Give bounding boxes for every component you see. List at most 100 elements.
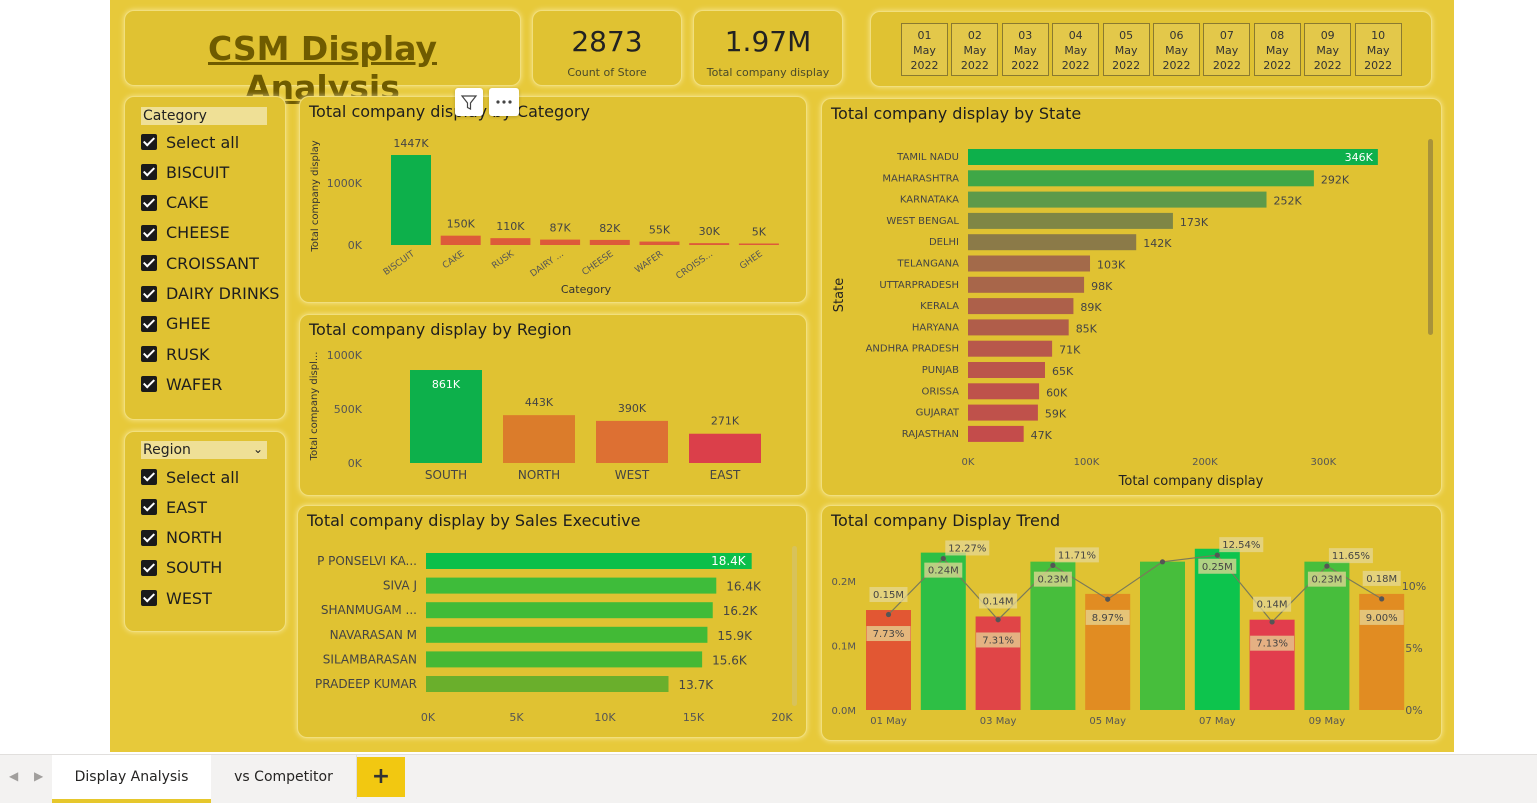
category-slicer-header[interactable]: Category	[141, 107, 267, 125]
checkbox-checked-icon[interactable]	[141, 376, 157, 393]
y-axis-title: State	[832, 278, 847, 312]
data-label: 346K	[1345, 151, 1374, 164]
kpi-value: 1.97M	[724, 25, 812, 58]
data-label: 252K	[1274, 195, 1303, 208]
slicer-item[interactable]: WEST	[141, 587, 212, 609]
date-button[interactable]: 10 May 2022	[1354, 23, 1402, 76]
trend-chart-card[interactable]: Total company Display Trend 0.0M 0.1M 0.2M…	[821, 505, 1442, 741]
date-button[interactable]: 01 May 2022	[901, 23, 948, 76]
date-button[interactable]: 06 May 2022	[1153, 23, 1200, 76]
x-tick-label: CROISS...	[675, 249, 715, 281]
category-chart-card[interactable]: Total company display by Category Total …	[299, 96, 807, 303]
slicer-item[interactable]: GHEE	[141, 313, 211, 335]
y2-tick-label: 5%	[1405, 642, 1422, 655]
state-chart-scrollbar[interactable]	[1428, 139, 1433, 335]
date-month: May	[1316, 44, 1340, 57]
data-label: 13.7K	[678, 678, 714, 692]
slicer-item[interactable]: EAST	[141, 496, 207, 518]
checkbox-checked-icon[interactable]	[141, 590, 157, 607]
more-options-icon[interactable]	[489, 88, 519, 116]
data-label: 861K	[432, 378, 461, 391]
checkbox-checked-icon[interactable]	[141, 224, 157, 241]
prev-page-icon[interactable]: ◀	[9, 769, 18, 783]
slicer-item[interactable]: CHEESE	[141, 222, 230, 244]
slicer-item[interactable]: SOUTH	[141, 557, 222, 579]
data-label: 1447K	[393, 137, 429, 150]
slicer-item[interactable]: NORTH	[141, 527, 222, 549]
bar	[968, 255, 1091, 272]
y-tick-label: 0.0M	[831, 706, 856, 717]
date-month: May	[1265, 44, 1289, 57]
date-button[interactable]: 05 May 2022	[1102, 23, 1150, 76]
data-label: 15.9K	[717, 629, 753, 643]
date-month: May	[1013, 44, 1037, 57]
checkbox-checked-icon[interactable]	[141, 255, 157, 272]
checkbox-checked-icon[interactable]	[141, 499, 157, 516]
date-button[interactable]: 03 May 2022	[1001, 23, 1049, 76]
bar	[968, 212, 1173, 229]
slicer-item[interactable]: Select all	[141, 466, 239, 488]
sales-exec-scrollbar[interactable]	[792, 546, 797, 706]
x-tick-label: RUSK	[490, 249, 517, 272]
chevron-down-icon[interactable]: ⌄	[253, 440, 263, 458]
bar	[968, 234, 1137, 251]
checkbox-checked-icon[interactable]	[141, 134, 157, 150]
date-button[interactable]: 07 May 2022	[1203, 23, 1251, 76]
bar	[968, 404, 1038, 421]
slicer-item[interactable]: CAKE	[141, 192, 209, 214]
checkbox-checked-icon[interactable]	[141, 469, 157, 485]
slicer-item[interactable]: CROISSANT	[141, 252, 259, 274]
checkbox-checked-icon[interactable]	[141, 164, 157, 181]
y-tick-label: PRADEEP KUMAR	[315, 677, 417, 691]
kpi-store-count-card[interactable]: 2873 Count of Store	[532, 10, 682, 86]
slicer-item[interactable]: DAIRY DRINKS	[141, 283, 279, 305]
tab-vs-competitor[interactable]: vs Competitor	[211, 755, 357, 799]
slicer-item[interactable]: WAFER	[141, 373, 222, 395]
bar	[440, 235, 481, 245]
checkbox-checked-icon[interactable]	[141, 194, 157, 211]
slicer-item-label: RUSK	[166, 344, 210, 364]
slicer-item[interactable]: Select all	[141, 131, 239, 153]
value-data-label: 0.25M	[1202, 562, 1233, 573]
tab-label: Display Analysis	[74, 769, 189, 785]
x-tick-label: 01 May	[870, 716, 907, 727]
checkbox-checked-icon[interactable]	[141, 315, 157, 332]
date-slicer: 01 May 2022 02 May 2022 03 May 2022 04 May 2022 05 Ma…	[870, 11, 1432, 87]
date-button[interactable]: 09 May 2022	[1304, 23, 1352, 76]
y-tick-label: UTTARPRADESH	[879, 280, 959, 291]
bar	[639, 241, 680, 245]
x-tick-label: WAFER	[634, 249, 666, 275]
checkbox-checked-icon[interactable]	[141, 559, 157, 576]
bar	[1249, 619, 1295, 710]
y-axis-title: Total company displ...	[309, 352, 320, 462]
region-chart-card[interactable]: Total company display by Region Total co…	[299, 314, 807, 496]
tab-display-analysis[interactable]: Display Analysis	[52, 755, 211, 803]
data-label: 150K	[447, 218, 476, 231]
x-tick-label: 03 May	[980, 716, 1017, 727]
region-slicer-header[interactable]: Region ⌄	[141, 441, 267, 459]
y2-tick-label: 10%	[1402, 580, 1426, 593]
sales-exec-chart-card[interactable]: Total company display by Sales Executive…	[297, 505, 807, 738]
slicer-item[interactable]: BISCUIT	[141, 161, 229, 183]
next-page-icon[interactable]: ▶	[34, 769, 43, 783]
checkbox-checked-icon[interactable]	[141, 285, 157, 302]
slicer-item-label: WEST	[166, 588, 212, 608]
slicer-item-label: GHEE	[166, 314, 211, 334]
kpi-total-display-card[interactable]: 1.97M Total company display	[693, 10, 843, 86]
filter-icon[interactable]	[455, 88, 483, 116]
date-day: 08	[1270, 29, 1285, 42]
x-tick-label: BISCUIT	[382, 249, 417, 278]
date-button[interactable]: 02 May 2022	[951, 23, 999, 76]
checkbox-checked-icon[interactable]	[141, 529, 157, 546]
y-tick-label: WEST BENGAL	[886, 216, 959, 227]
checkbox-checked-icon[interactable]	[141, 346, 157, 363]
state-chart-card[interactable]: Total company display by State State TAMI…	[821, 98, 1442, 496]
add-page-button[interactable]: +	[357, 757, 405, 797]
pct-point	[885, 611, 892, 618]
date-button[interactable]: 08 May 2022	[1253, 23, 1301, 76]
region-chart: Total company displ... 0K 500K 1000K 861K SOU…	[309, 349, 761, 482]
slicer-item[interactable]: RUSK	[141, 343, 209, 365]
x-tick-label: GHEE	[738, 249, 765, 272]
data-label: 65K	[1052, 365, 1074, 378]
date-button[interactable]: 04 May 2022	[1052, 23, 1100, 76]
